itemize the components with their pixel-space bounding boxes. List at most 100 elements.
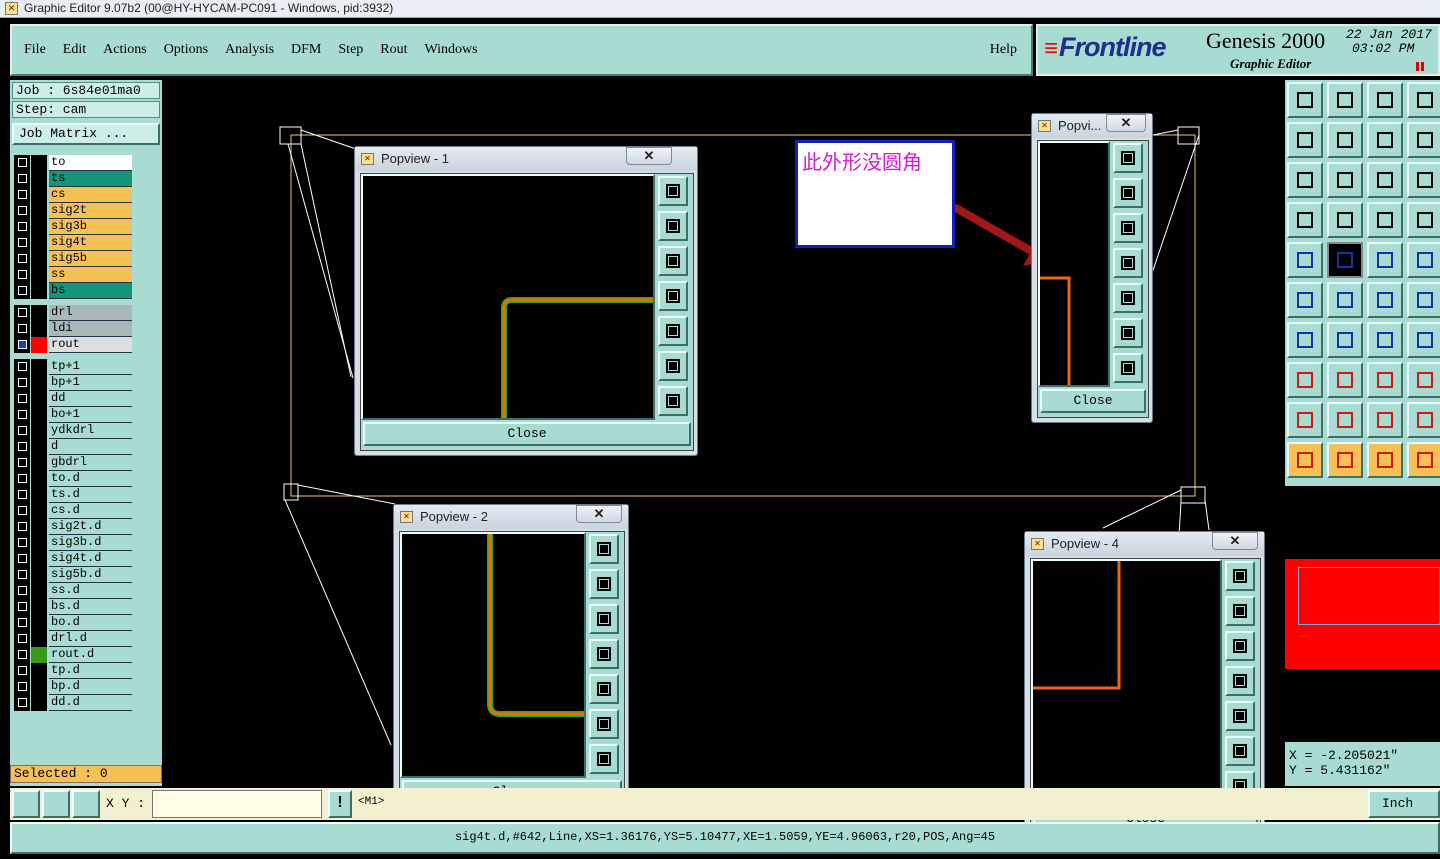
popview-4-close-x[interactable]: ✕ <box>1212 532 1258 550</box>
palette-tool-9-2[interactable] <box>1367 442 1403 478</box>
layer-color-swatch[interactable] <box>31 359 47 375</box>
layer-row-cs[interactable]: cs <box>14 187 134 203</box>
layer-color-swatch[interactable] <box>31 535 47 551</box>
palette-tool-5-1[interactable] <box>1327 282 1363 318</box>
layer-color-swatch[interactable] <box>31 695 47 711</box>
layer-row-bs.d[interactable]: bs.d <box>14 599 134 615</box>
view-tool-button[interactable] <box>589 604 619 634</box>
layer-color-swatch[interactable] <box>31 187 47 203</box>
palette-tool-1-3[interactable] <box>1407 122 1440 158</box>
pause-icon[interactable] <box>1416 62 1424 71</box>
view-tool-button[interactable] <box>1113 213 1143 243</box>
layer-checkbox[interactable] <box>14 471 30 487</box>
menu-help[interactable]: Help <box>990 42 1017 58</box>
palette-tool-9-0[interactable] <box>1287 442 1323 478</box>
palette-tool-0-0[interactable] <box>1287 82 1323 118</box>
layer-checkbox[interactable] <box>14 359 30 375</box>
layer-checkbox[interactable] <box>14 615 30 631</box>
layer-checkbox[interactable] <box>14 647 30 663</box>
view-tool-button[interactable] <box>1225 631 1255 661</box>
layer-color-swatch[interactable] <box>31 519 47 535</box>
job-matrix-button[interactable]: Job Matrix ... <box>12 123 160 145</box>
palette-tool-8-0[interactable] <box>1287 402 1323 438</box>
layer-checkbox[interactable] <box>14 535 30 551</box>
layer-row-ydkdrl[interactable]: ydkdrl <box>14 423 134 439</box>
layer-checkbox[interactable] <box>14 283 30 299</box>
layer-row-sig5b.d[interactable]: sig5b.d <box>14 567 134 583</box>
view-tool-button[interactable] <box>1113 178 1143 208</box>
palette-tool-2-0[interactable] <box>1287 162 1323 198</box>
layer-row-ts.d[interactable]: ts.d <box>14 487 134 503</box>
layer-row-ss.d[interactable]: ss.d <box>14 583 134 599</box>
layer-color-swatch[interactable] <box>31 155 47 171</box>
palette-tool-4-0[interactable] <box>1287 242 1323 278</box>
palette-tool-9-1[interactable] <box>1327 442 1363 478</box>
layer-checkbox[interactable] <box>14 267 30 283</box>
layer-checkbox[interactable] <box>14 695 30 711</box>
layer-checkbox[interactable] <box>14 503 30 519</box>
popview-3-close-button[interactable]: Close <box>1040 389 1146 413</box>
layer-color-swatch[interactable] <box>31 647 47 663</box>
menu-windows[interactable]: Windows <box>425 42 478 58</box>
palette-tool-8-1[interactable] <box>1327 402 1363 438</box>
layer-color-swatch[interactable] <box>31 487 47 503</box>
layer-checkbox[interactable] <box>14 155 30 171</box>
layer-color-swatch[interactable] <box>31 631 47 647</box>
layer-color-swatch[interactable] <box>31 407 47 423</box>
view-tool-button[interactable] <box>658 246 688 276</box>
layer-row-sig2t[interactable]: sig2t <box>14 203 134 219</box>
layer-row-cs.d[interactable]: cs.d <box>14 503 134 519</box>
layer-color-swatch[interactable] <box>31 423 47 439</box>
popview-4-view[interactable] <box>1031 559 1222 805</box>
layer-row-tp+1[interactable]: tp+1 <box>14 359 134 375</box>
popview-2-view[interactable] <box>400 532 586 778</box>
view-tool-button[interactable] <box>658 176 688 206</box>
view-tool-button[interactable] <box>1113 143 1143 173</box>
menu-rout[interactable]: Rout <box>380 42 407 58</box>
layer-row-ss[interactable]: ss <box>14 267 134 283</box>
view-tool-button[interactable] <box>1113 283 1143 313</box>
view-tool-button[interactable] <box>589 639 619 669</box>
palette-tool-0-2[interactable] <box>1367 82 1403 118</box>
palette-tool-8-2[interactable] <box>1367 402 1403 438</box>
palette-tool-3-0[interactable] <box>1287 202 1323 238</box>
palette-tool-6-3[interactable] <box>1407 322 1440 358</box>
layer-checkbox[interactable] <box>14 251 30 267</box>
palette-tool-6-2[interactable] <box>1367 322 1403 358</box>
palette-tool-8-3[interactable] <box>1407 402 1440 438</box>
layer-row-to[interactable]: to <box>14 155 134 171</box>
mini-map[interactable] <box>1285 487 1440 742</box>
layer-color-swatch[interactable] <box>31 391 47 407</box>
popview-1-close-button[interactable]: Close <box>363 422 691 446</box>
layer-color-swatch[interactable] <box>31 283 47 299</box>
layer-color-swatch[interactable] <box>31 171 47 187</box>
layer-color-swatch[interactable] <box>31 615 47 631</box>
menu-edit[interactable]: Edit <box>63 42 86 58</box>
layer-color-swatch[interactable] <box>31 455 47 471</box>
menu-dfm[interactable]: DFM <box>291 42 321 58</box>
palette-tool-7-0[interactable] <box>1287 362 1323 398</box>
layer-row-bs[interactable]: bs <box>14 283 134 299</box>
layer-color-swatch[interactable] <box>31 567 47 583</box>
layer-row-bp.d[interactable]: bp.d <box>14 679 134 695</box>
palette-tool-9-3[interactable] <box>1407 442 1440 478</box>
palette-tool-7-3[interactable] <box>1407 362 1440 398</box>
palette-tool-4-2[interactable] <box>1367 242 1403 278</box>
layer-checkbox[interactable] <box>14 439 30 455</box>
view-tool-button[interactable] <box>658 386 688 416</box>
palette-tool-2-1[interactable] <box>1327 162 1363 198</box>
layer-checkbox[interactable] <box>14 305 30 321</box>
view-tool-button[interactable] <box>658 211 688 241</box>
popview-2-close-x[interactable]: ✕ <box>576 505 622 523</box>
layer-checkbox[interactable] <box>14 407 30 423</box>
layer-checkbox[interactable] <box>14 219 30 235</box>
layer-color-swatch[interactable] <box>31 321 47 337</box>
measure-icon[interactable] <box>42 790 70 818</box>
popview-3-close-x[interactable]: ✕ <box>1106 114 1146 132</box>
view-tool-button[interactable] <box>589 534 619 564</box>
palette-tool-4-3[interactable] <box>1407 242 1440 278</box>
layer-row-bo+1[interactable]: bo+1 <box>14 407 134 423</box>
palette-tool-1-1[interactable] <box>1327 122 1363 158</box>
palette-tool-1-2[interactable] <box>1367 122 1403 158</box>
layer-row-sig3b.d[interactable]: sig3b.d <box>14 535 134 551</box>
